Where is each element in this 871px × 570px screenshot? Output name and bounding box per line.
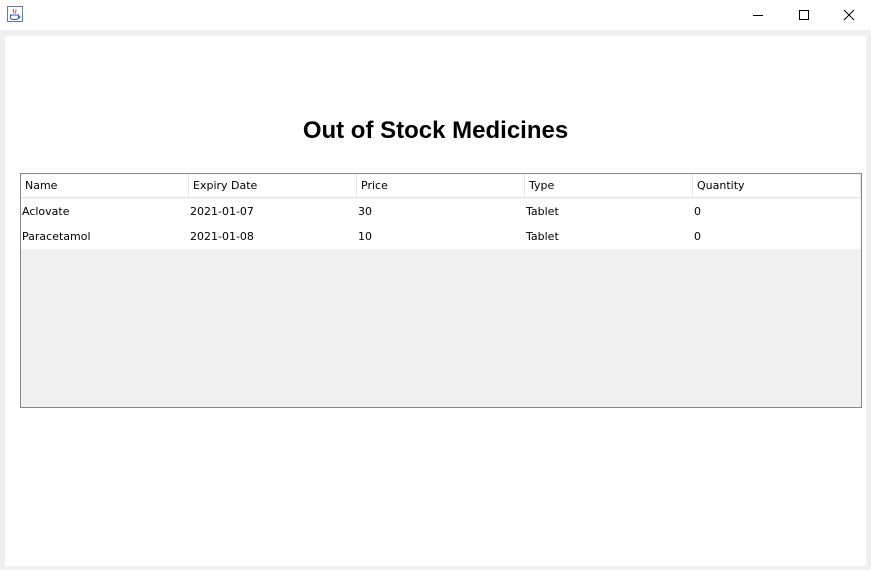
cell-price[interactable]: 30 [357,199,525,224]
cell-quantity[interactable]: 0 [693,224,861,249]
maximize-button[interactable] [781,0,827,30]
table-row[interactable]: Aclovate 2021-01-07 30 Tablet 0 [21,199,861,224]
minimize-icon [753,15,763,16]
column-header-name[interactable]: Name [21,174,189,198]
cell-name[interactable]: Paracetamol [21,224,189,249]
table-row[interactable]: Paracetamol 2021-01-08 10 Tablet 0 [21,224,861,249]
medicine-table[interactable]: Name Expiry Date Price Type Quantity Acl… [20,173,862,408]
table-body: Aclovate 2021-01-07 30 Tablet 0 Paraceta… [21,199,861,249]
cell-type[interactable]: Tablet [525,224,693,249]
column-header-type[interactable]: Type [525,174,693,198]
title-bar[interactable] [0,0,871,30]
column-header-price[interactable]: Price [357,174,525,198]
column-header-expiry-date[interactable]: Expiry Date [189,174,357,198]
cell-expiry-date[interactable]: 2021-01-07 [189,199,357,224]
cell-price[interactable]: 10 [357,224,525,249]
close-button[interactable] [826,0,871,30]
page-title: Out of Stock Medicines [302,117,569,144]
minimize-button[interactable] [735,0,781,30]
table-header: Name Expiry Date Price Type Quantity [21,174,861,198]
cell-quantity[interactable]: 0 [693,199,861,224]
column-header-quantity[interactable]: Quantity [693,174,861,198]
cell-expiry-date[interactable]: 2021-01-08 [189,224,357,249]
cell-name[interactable]: Aclovate [21,199,189,224]
close-icon [843,9,855,21]
java-icon [7,6,23,22]
maximize-icon [799,10,809,20]
content-panel: Out of Stock Medicines Name Expiry Date … [5,36,866,566]
cell-type[interactable]: Tablet [525,199,693,224]
